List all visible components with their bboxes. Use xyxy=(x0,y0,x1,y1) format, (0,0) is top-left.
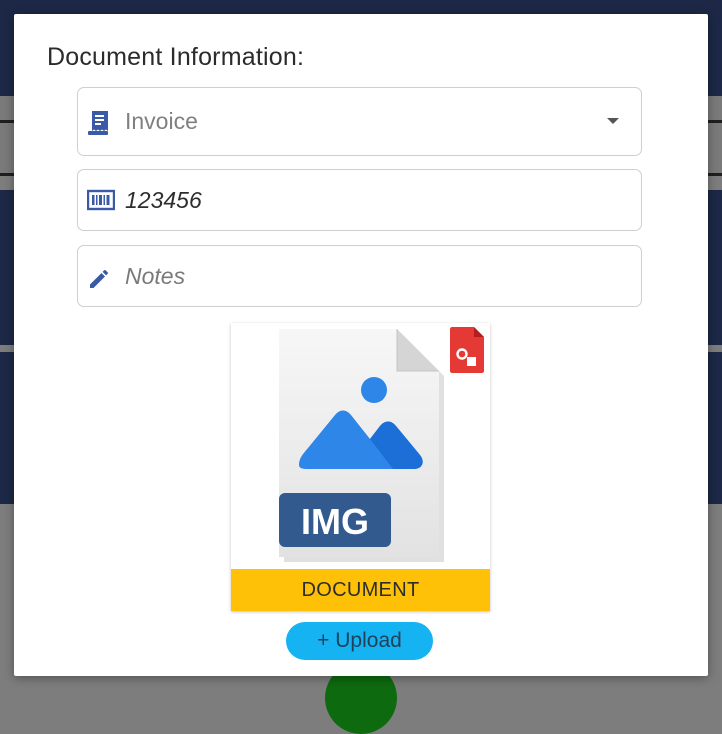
document-number-value: 123456 xyxy=(125,187,202,213)
document-type-select[interactable]: Invoice xyxy=(77,87,642,156)
document-label: DOCUMENT xyxy=(231,569,490,611)
pencil-icon xyxy=(87,265,113,296)
file-shapes-icon xyxy=(450,327,484,378)
upload-button[interactable]: + Upload xyxy=(286,622,433,660)
barcode-icon xyxy=(86,189,116,216)
document-info-dialog: Document Information: Invoice 123456 Not… xyxy=(14,14,708,676)
receipt-icon xyxy=(87,109,113,142)
dialog-title: Document Information: xyxy=(47,43,305,71)
document-type-value: Invoice xyxy=(125,108,198,134)
chevron-down-icon xyxy=(607,118,619,124)
notes-field[interactable]: Notes xyxy=(77,245,642,307)
file-type-label: IMG xyxy=(301,501,369,542)
document-number-field[interactable]: 123456 xyxy=(77,169,642,231)
image-file-icon: IMG xyxy=(273,327,449,568)
notes-placeholder: Notes xyxy=(125,263,186,289)
document-attachment-card[interactable]: IMG DOCUMENT xyxy=(231,323,490,611)
